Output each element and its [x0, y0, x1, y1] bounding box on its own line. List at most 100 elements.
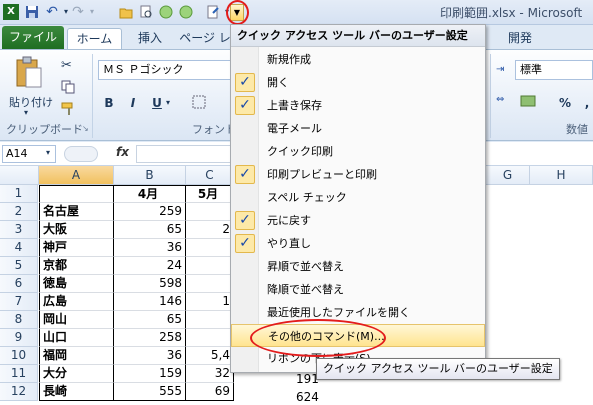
cell-b[interactable]: 598 [114, 275, 186, 293]
row-header[interactable]: 12 [0, 383, 38, 401]
formula-bar-resize[interactable] [64, 146, 98, 162]
row-header[interactable]: 5 [0, 257, 38, 275]
column-header-g[interactable]: G [486, 166, 530, 185]
clipboard-launcher-icon[interactable]: ↘ [82, 124, 89, 133]
number-format-box[interactable]: 標準 [515, 60, 593, 80]
menu-item[interactable]: ✓ やり直し [231, 232, 485, 255]
menu-item[interactable]: 昇順で並べ替え [231, 255, 485, 278]
menu-item[interactable]: ✓ 開く [231, 71, 485, 94]
cell-a[interactable]: 大分 [39, 365, 114, 383]
tab-home[interactable]: ホーム [67, 28, 122, 49]
cell-c[interactable]: 5月 [186, 185, 234, 203]
tab-developer[interactable]: 開発 [500, 28, 540, 49]
cell-c[interactable]: 2 [186, 221, 234, 239]
cell-a[interactable]: 長崎 [39, 383, 114, 401]
row-header[interactable]: 2 [0, 203, 38, 221]
cell-b[interactable]: 159 [114, 365, 186, 383]
cell-a[interactable]: 徳島 [39, 275, 114, 293]
select-all-corner[interactable] [0, 166, 39, 185]
row-header[interactable]: 9 [0, 329, 38, 347]
percent-button[interactable]: % [556, 94, 574, 112]
column-header-a[interactable]: A [39, 166, 114, 185]
print-preview-icon[interactable] [138, 4, 154, 20]
underline-button[interactable]: U [148, 94, 166, 112]
cell-c[interactable] [186, 329, 234, 347]
cell-c[interactable] [186, 275, 234, 293]
cell-a[interactable]: 岡山 [39, 311, 114, 329]
menu-item[interactable]: ✓ 上書き保存 [231, 94, 485, 117]
currency-icon[interactable] [520, 94, 536, 111]
bold-button[interactable]: B [100, 94, 118, 112]
menu-item[interactable]: スペル チェック [231, 186, 485, 209]
menu-item[interactable]: 新規作成 [231, 48, 485, 71]
cell-d12[interactable]: 624 [296, 390, 319, 404]
menu-item[interactable]: 降順で並べ替え [231, 278, 485, 301]
cell-c[interactable]: 69 [186, 383, 234, 401]
paste-icon[interactable] [14, 56, 44, 93]
cell-b[interactable]: 65 [114, 311, 186, 329]
column-header-b[interactable]: B [114, 166, 186, 185]
cell-b[interactable]: 36 [114, 347, 186, 365]
cell-a[interactable]: 広島 [39, 293, 114, 311]
menu-item[interactable]: 最近使用したファイルを開く [231, 301, 485, 324]
save-icon[interactable] [24, 4, 40, 20]
paste-label[interactable]: 貼り付け [9, 94, 53, 110]
name-box-dropdown-icon[interactable]: ▾ [46, 148, 50, 157]
row-header[interactable]: 1 [0, 185, 38, 203]
row-header[interactable]: 6 [0, 275, 38, 293]
insert-function-button[interactable]: fx [116, 145, 129, 159]
cell-b[interactable]: 146 [114, 293, 186, 311]
italic-button[interactable]: I [124, 94, 142, 112]
excel-app-icon[interactable]: X [3, 4, 19, 20]
cell-c[interactable] [186, 257, 234, 275]
redo-dropdown-icon[interactable]: ▾ [84, 4, 100, 20]
menu-item[interactable]: ✓ 印刷プレビューと印刷 [231, 163, 485, 186]
cell-c[interactable]: 32 [186, 365, 234, 383]
cell-c[interactable] [186, 311, 234, 329]
cell-c[interactable] [186, 203, 234, 221]
cell-b[interactable]: 24 [114, 257, 186, 275]
cut-icon[interactable]: ✂ [61, 58, 72, 73]
tab-page-layout[interactable]: ページ レ [175, 28, 235, 49]
comma-button[interactable]: , [578, 94, 593, 112]
column-header-c[interactable]: C [186, 166, 234, 185]
cell-a[interactable]: 福岡 [39, 347, 114, 365]
cell-b[interactable]: 4月 [114, 185, 186, 203]
format-painter-icon[interactable] [61, 102, 75, 119]
cell-b[interactable]: 555 [114, 383, 186, 401]
formula-input[interactable] [136, 145, 236, 163]
underline-dropdown-icon[interactable]: ▾ [166, 98, 170, 107]
row-header[interactable]: 10 [0, 347, 38, 365]
row-header[interactable]: 3 [0, 221, 38, 239]
cell-a[interactable]: 名古屋 [39, 203, 114, 221]
green-circle-icon[interactable] [158, 4, 174, 20]
row-header[interactable]: 8 [0, 311, 38, 329]
font-name-box[interactable]: ＭＳ Ｐゴシック [98, 60, 238, 80]
merge-icon[interactable]: ⇔ [496, 94, 504, 105]
green-circle-icon-2[interactable] [178, 4, 194, 20]
cell-c[interactable] [186, 239, 234, 257]
tab-insert[interactable]: 挿入 [130, 28, 170, 49]
menu-item[interactable]: クイック印刷 [231, 140, 485, 163]
copy-icon[interactable] [61, 80, 75, 97]
tab-file[interactable]: ファイル [2, 26, 64, 49]
row-header[interactable]: 4 [0, 239, 38, 257]
open-folder-icon[interactable] [118, 4, 134, 20]
menu-item[interactable]: ✓ 元に戻す [231, 209, 485, 232]
paste-dropdown-icon[interactable]: ▾ [24, 108, 28, 117]
cell-b[interactable]: 36 [114, 239, 186, 257]
cell-a[interactable]: 京都 [39, 257, 114, 275]
cell-a[interactable]: 大阪 [39, 221, 114, 239]
menu-item[interactable]: 電子メール [231, 117, 485, 140]
cell-b[interactable]: 65 [114, 221, 186, 239]
cell-b[interactable]: 259 [114, 203, 186, 221]
wrap-text-icon[interactable]: ⇥ [496, 64, 504, 75]
column-header-h[interactable]: H [530, 166, 593, 185]
row-header[interactable]: 7 [0, 293, 38, 311]
row-header[interactable]: 11 [0, 365, 38, 383]
cell-a[interactable]: 神戸 [39, 239, 114, 257]
border-icon[interactable] [192, 95, 206, 112]
cell-c[interactable]: 5,4 [186, 347, 234, 365]
cell-a[interactable] [39, 185, 114, 203]
cell-a[interactable]: 山口 [39, 329, 114, 347]
